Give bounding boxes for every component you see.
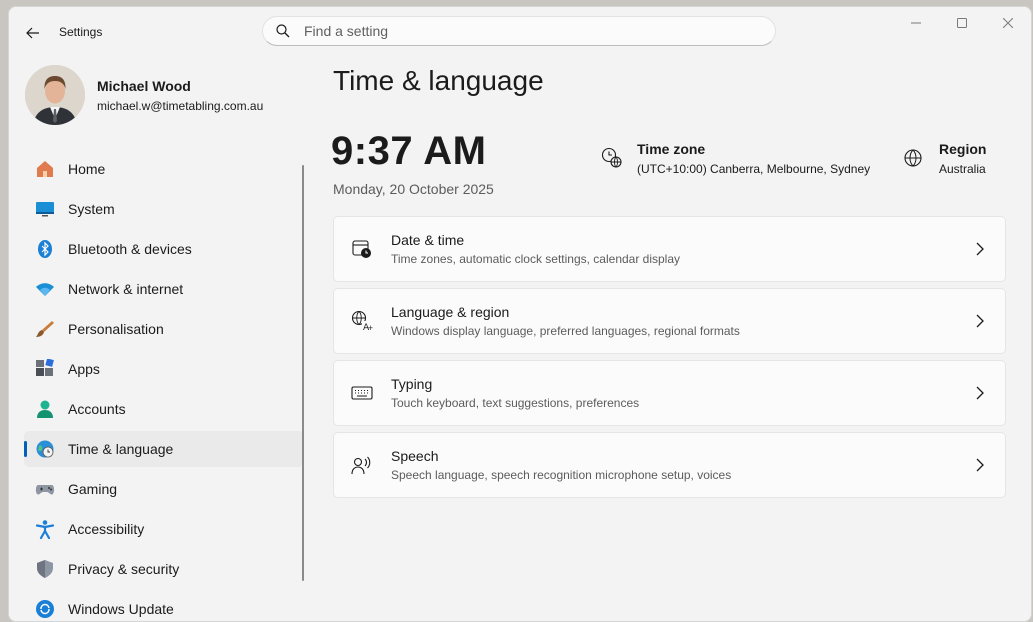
back-button[interactable] xyxy=(21,21,45,45)
minimize-button[interactable] xyxy=(893,7,939,39)
person-icon xyxy=(34,398,56,420)
sidebar-item-network[interactable]: Network & internet xyxy=(24,271,304,307)
sidebar-item-windows-update[interactable]: Windows Update xyxy=(24,591,304,621)
search-input[interactable] xyxy=(302,22,746,40)
title-bar: Settings xyxy=(9,7,1031,57)
app-title: Settings xyxy=(59,25,103,39)
apps-icon xyxy=(34,358,56,380)
accessibility-icon xyxy=(34,518,56,540)
sidebar-item-label: Gaming xyxy=(68,481,118,497)
language-icon: A + xyxy=(351,310,373,332)
card-date-time[interactable]: Date & time Time zones, automatic clock … xyxy=(333,216,1006,282)
chevron-right-icon xyxy=(976,386,984,400)
settings-window: Settings Mi xyxy=(8,6,1032,622)
region-value: Australia xyxy=(939,162,986,176)
home-icon xyxy=(34,158,56,180)
chevron-right-icon xyxy=(976,242,984,256)
close-icon xyxy=(1003,18,1013,28)
sidebar-item-gaming[interactable]: Gaming xyxy=(24,471,304,507)
card-speech[interactable]: Speech Speech language, speech recogniti… xyxy=(333,432,1006,498)
sidebar-item-accessibility[interactable]: Accessibility xyxy=(24,511,304,547)
sidebar-item-label: Bluetooth & devices xyxy=(68,241,192,257)
chevron-right-icon xyxy=(976,458,984,472)
sidebar-scrollbar[interactable] xyxy=(302,165,304,581)
sidebar-item-label: Home xyxy=(68,161,106,177)
brush-icon xyxy=(34,318,56,340)
sidebar-item-label: Apps xyxy=(68,361,100,377)
settings-cards: Date & time Time zones, automatic clock … xyxy=(333,216,1006,504)
selection-indicator xyxy=(24,441,27,457)
sidebar-item-time-language[interactable]: Time & language xyxy=(24,431,304,467)
globe-clock-outline-icon xyxy=(601,147,623,169)
card-typing[interactable]: Typing Touch keyboard, text suggestions,… xyxy=(333,360,1006,426)
sidebar-item-personalisation[interactable]: Personalisation xyxy=(24,311,304,347)
time-zone-value: (UTC+10:00) Canberra, Melbourne, Sydney xyxy=(637,162,871,176)
system-icon xyxy=(34,198,56,220)
search-icon xyxy=(276,23,292,39)
sidebar-item-label: Privacy & security xyxy=(68,561,180,577)
current-time: 9:37 AM xyxy=(331,129,487,173)
card-title: Typing xyxy=(391,376,433,392)
user-profile[interactable]: Michael Wood michael.w@timetabling.com.a… xyxy=(25,65,263,125)
sidebar-item-label: Time & language xyxy=(68,441,174,457)
minimize-icon xyxy=(911,22,921,24)
bluetooth-icon xyxy=(34,238,56,260)
sidebar-item-system[interactable]: System xyxy=(24,191,304,227)
globe-clock-icon xyxy=(34,438,56,460)
sidebar-nav: Home System Bluetooth & devices Network … xyxy=(24,151,304,621)
sidebar-item-label: System xyxy=(68,201,115,217)
wifi-icon xyxy=(34,278,56,300)
time-zone-label: Time zone xyxy=(637,141,706,157)
time-zone-info: Time zone (UTC+10:00) Canberra, Melbourn… xyxy=(601,141,870,176)
maximize-icon xyxy=(957,18,967,28)
sidebar-item-label: Accessibility xyxy=(68,521,145,537)
shield-icon xyxy=(34,558,56,580)
region-info: Region Australia xyxy=(903,141,986,176)
sidebar-item-label: Personalisation xyxy=(68,321,164,337)
region-label: Region xyxy=(939,141,987,157)
card-subtitle: Time zones, automatic clock settings, ca… xyxy=(391,252,681,266)
avatar xyxy=(25,65,85,125)
user-email: michael.w@timetabling.com.au xyxy=(97,98,264,113)
sidebar-item-privacy[interactable]: Privacy & security xyxy=(24,551,304,587)
close-button[interactable] xyxy=(985,7,1031,39)
card-subtitle: Windows display language, preferred lang… xyxy=(391,324,740,338)
card-title: Language & region xyxy=(391,304,510,320)
card-subtitle: Speech language, speech recognition micr… xyxy=(391,468,732,482)
keyboard-icon xyxy=(351,382,373,404)
update-icon xyxy=(34,598,56,620)
sidebar-item-label: Accounts xyxy=(68,401,126,417)
user-name: Michael Wood xyxy=(97,77,191,94)
back-arrow-icon xyxy=(26,27,39,39)
card-title: Speech xyxy=(391,448,439,464)
sidebar-item-accounts[interactable]: Accounts xyxy=(24,391,304,427)
card-subtitle: Touch keyboard, text suggestions, prefer… xyxy=(391,396,640,410)
sidebar-item-label: Windows Update xyxy=(68,601,174,617)
search-box[interactable] xyxy=(262,16,776,46)
sidebar-item-label: Network & internet xyxy=(68,281,184,297)
globe-icon xyxy=(903,147,925,169)
sidebar-item-apps[interactable]: Apps xyxy=(24,351,304,387)
sidebar-item-bluetooth[interactable]: Bluetooth & devices xyxy=(24,231,304,267)
card-language-region[interactable]: A + Language & region Windows display lan… xyxy=(333,288,1006,354)
chevron-right-icon xyxy=(976,314,984,328)
card-title: Date & time xyxy=(391,232,465,248)
calendar-clock-icon xyxy=(351,238,373,260)
svg-text:+: + xyxy=(368,324,374,332)
sidebar-item-home[interactable]: Home xyxy=(24,151,304,187)
maximize-button[interactable] xyxy=(939,7,985,39)
current-date: Monday, 20 October 2025 xyxy=(333,181,494,197)
gamepad-icon xyxy=(34,478,56,500)
page-title: Time & language xyxy=(333,65,544,96)
speech-icon xyxy=(351,454,373,476)
